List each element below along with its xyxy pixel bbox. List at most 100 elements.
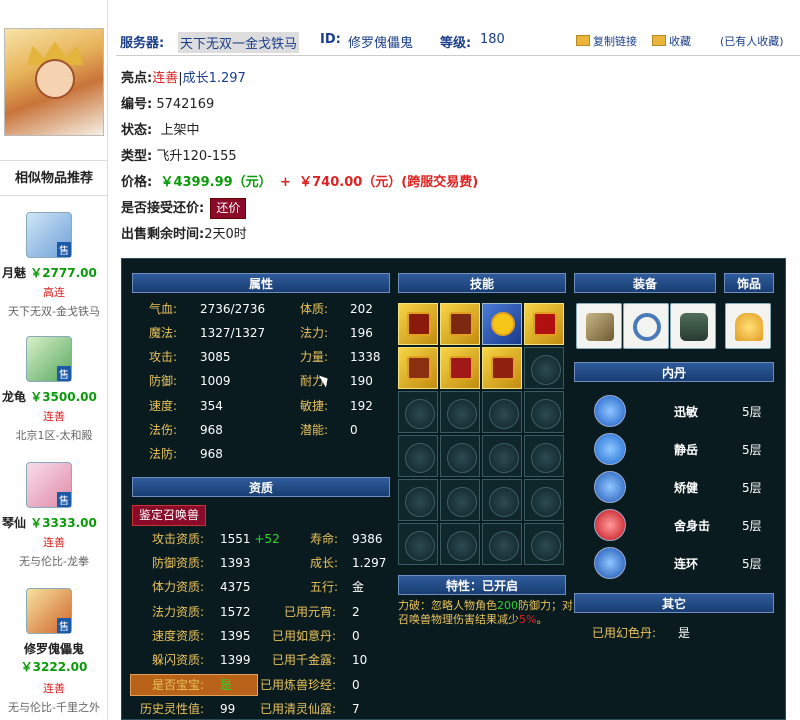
remain-row: 出售剩余时间:2天0时	[121, 222, 521, 248]
apt-key: 躲闪资质:	[152, 653, 205, 667]
attr-value: 968	[200, 447, 223, 461]
attr-value: 202	[350, 302, 373, 316]
equip-header: 装备	[574, 273, 716, 293]
avatar-face	[35, 59, 75, 99]
attr-key: 法伤:	[149, 423, 178, 437]
server-label: 服务器:	[120, 36, 165, 51]
server-value: 天下无双一金戈铁马	[178, 32, 300, 53]
identify-pet-button[interactable]: 鉴定召唤兽	[132, 505, 207, 526]
skill-slot[interactable]	[482, 347, 522, 389]
sale-tag: 售	[57, 242, 71, 257]
skill-slot[interactable]	[398, 347, 438, 389]
trait-header: 特性：已开启	[398, 575, 566, 595]
type-label: 类型:	[121, 149, 153, 164]
apt-key: 已用清灵仙露:	[260, 702, 337, 716]
attr-key: 气血:	[149, 302, 178, 316]
neidan-row[interactable]: 静岳 5层	[594, 433, 794, 471]
apt-value: 是	[220, 678, 233, 692]
recommend-thumb[interactable]: 售	[26, 336, 72, 382]
level-label: 等级:	[440, 36, 472, 51]
apt-key: 法力资质:	[152, 605, 205, 619]
recommend-price: ￥3333.00	[30, 516, 97, 530]
neidan-name: 连环	[674, 557, 699, 571]
skill-slot[interactable]	[482, 303, 522, 345]
bow-icon	[407, 356, 431, 380]
attr-value: 190	[350, 374, 373, 388]
apt-key: 已用如意丹:	[272, 629, 337, 643]
apt-key: 体力资质:	[152, 580, 205, 594]
apt-bonus: +52	[254, 532, 280, 546]
skill-slot[interactable]	[524, 303, 564, 345]
empty-skill-slot	[524, 391, 564, 433]
neidan-row[interactable]: 连环 5层	[594, 547, 794, 585]
attr-value: 196	[350, 326, 373, 340]
sidebar: 相似物品推荐 售 月魅 ￥2777.00 高连 天下无双-金戈铁马 售 龙龟 ￥…	[0, 0, 108, 720]
apt-value: 1395	[220, 629, 251, 643]
eye-icon	[491, 312, 515, 336]
number-row: 编号: 5742169	[121, 92, 521, 118]
bargain-button[interactable]: 还价	[210, 198, 247, 219]
recommend-thumb[interactable]: 售	[26, 212, 72, 258]
skill-slot[interactable]	[398, 303, 438, 345]
highlight-label: 亮点:	[121, 71, 153, 86]
ornament-slot[interactable]	[725, 303, 771, 349]
attr-key: 潜能:	[300, 423, 329, 437]
status-row: 状态: 上架中	[121, 118, 521, 144]
empty-skill-slot	[482, 435, 522, 477]
remain-value: 2天0时	[204, 227, 247, 242]
highlight-b: 成长1.297	[182, 71, 246, 86]
neidan-row[interactable]: 舍身击 5层	[594, 509, 794, 547]
empty-skill-slot	[524, 347, 564, 389]
neidan-row[interactable]: 矫健 5层	[594, 471, 794, 509]
skill-slot[interactable]	[440, 347, 480, 389]
id-value: 修罗傀儡鬼	[348, 36, 414, 51]
neidan-orb-icon	[594, 395, 626, 427]
apt-value: 1399	[220, 653, 251, 667]
apt-key: 速度资质:	[152, 629, 205, 643]
neidan-orb-icon	[594, 547, 626, 579]
armor-icon	[680, 313, 708, 341]
recommend-name: 月魅	[2, 266, 27, 280]
neidan-header: 内丹	[574, 362, 774, 382]
empty-skill-slot	[524, 479, 564, 521]
attr-key: 法力:	[300, 326, 329, 340]
recommend-server: 天下无双-金戈铁马	[8, 305, 100, 318]
remain-label: 出售剩余时间:	[121, 227, 205, 242]
empty-skill-slot	[440, 435, 480, 477]
recommend-thumb[interactable]: 售	[26, 588, 72, 634]
empty-skill-slot	[524, 435, 564, 477]
sale-tag: 售	[57, 618, 71, 633]
neidan-row[interactable]: 迅敏 5层	[594, 395, 794, 433]
sword-icon	[407, 312, 431, 336]
recommend-server: 无与伦比-龙拳	[19, 555, 89, 568]
apt-value: 9386	[352, 532, 383, 546]
attr-key: 法防:	[149, 447, 178, 461]
bargain-label: 是否接受还价:	[121, 201, 205, 216]
skill-slot[interactable]	[440, 303, 480, 345]
trait-text: 力破：忽略人物角色	[398, 599, 497, 612]
equip-slot-bracer[interactable]	[576, 303, 622, 349]
apt-value: 1551	[220, 532, 251, 546]
skill-grid	[398, 303, 566, 565]
recommend-flag: 连善	[43, 682, 65, 695]
trait-description: 力破：忽略人物角色200防御力；对召唤兽物理伤害结果减少5%。	[398, 599, 573, 627]
price-label: 价格:	[121, 175, 153, 190]
recommend-name: 修罗傀儡鬼	[23, 642, 84, 656]
highlight-a: 连善	[152, 71, 179, 86]
copy-link-button[interactable]: 复制链接	[576, 33, 637, 49]
attr-key: 体质:	[300, 302, 329, 316]
equip-slot-armor[interactable]	[670, 303, 716, 349]
recommend-title: 相似物品推荐	[0, 160, 108, 196]
neidan-name: 静岳	[674, 443, 699, 457]
bracer-icon	[586, 313, 614, 341]
attr-key: 魔法:	[149, 326, 178, 340]
collected-count: (已有人收藏)	[720, 35, 784, 48]
attr-key: 防御:	[149, 374, 178, 388]
attr-key: 速度:	[149, 399, 178, 413]
collect-button[interactable]: 收藏	[652, 33, 691, 49]
recommend-thumb[interactable]: 售	[26, 462, 72, 508]
scroll-icon	[533, 312, 557, 336]
neidan-name: 迅敏	[674, 405, 699, 419]
equip-slot-ring[interactable]	[623, 303, 669, 349]
price-plus: +	[279, 175, 291, 190]
